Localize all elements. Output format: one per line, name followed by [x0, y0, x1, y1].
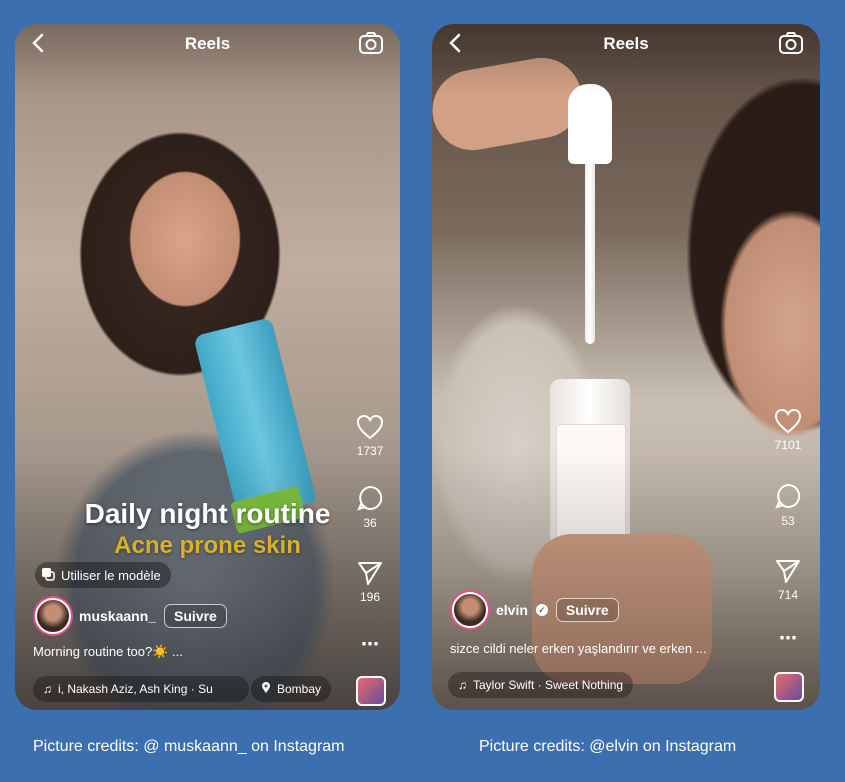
camera-icon[interactable]	[778, 30, 804, 56]
verified-icon: ✓	[535, 604, 548, 616]
caption[interactable]: sizce cildi neler erken yaşlandırır ve e…	[450, 641, 707, 656]
like-count: 1737	[356, 444, 384, 458]
more-icon[interactable]: ⋯	[346, 634, 394, 655]
comment-icon	[775, 483, 801, 509]
user-row: elvin ✓ Suivre	[452, 592, 619, 628]
music-note-icon: ♫	[43, 682, 52, 696]
avatar[interactable]	[35, 598, 71, 634]
location-pill[interactable]: Bombay	[251, 676, 332, 702]
share-count: 714	[777, 588, 799, 602]
username[interactable]: elvin	[496, 602, 528, 618]
comment-button[interactable]: 53	[764, 482, 812, 528]
template-icon	[41, 567, 55, 584]
music-label: i, Nakash Aziz, Ash King · Su	[58, 682, 213, 696]
music-label: Taylor Swift · Sweet Nothing	[473, 678, 624, 692]
share-button[interactable]: 196	[346, 560, 394, 604]
caption[interactable]: Morning routine too?☀️ ...	[33, 644, 183, 660]
comment-icon	[357, 485, 383, 511]
comment-button[interactable]: 36	[346, 484, 394, 530]
location-label: Bombay	[277, 682, 322, 696]
template-label: Utiliser le modèle	[61, 567, 161, 583]
location-icon	[261, 681, 271, 697]
like-count: 7101	[774, 438, 802, 452]
credit-right: Picture credits: @elvin on Instagram	[479, 738, 737, 755]
comment-count: 36	[363, 516, 377, 530]
music-pill[interactable]: ♫ i, Nakash Aziz, Ash King · Su	[33, 676, 249, 702]
reel-left: Reels Daily night routine Acne prone ski…	[15, 24, 400, 710]
reels-title: Reels	[603, 34, 649, 53]
like-button[interactable]: 1737	[346, 414, 394, 458]
avatar[interactable]	[452, 592, 488, 628]
music-note-icon: ♫	[458, 678, 467, 692]
comment-count: 53	[781, 514, 795, 528]
like-button[interactable]: 7101	[764, 408, 812, 452]
share-icon	[776, 560, 800, 583]
reel-header: Reels	[432, 24, 820, 68]
heart-icon	[774, 408, 802, 434]
heart-icon	[356, 414, 384, 440]
reel-header: Reels	[15, 24, 400, 68]
camera-icon[interactable]	[358, 30, 384, 56]
music-pill[interactable]: ♫ Taylor Swift · Sweet Nothing	[448, 672, 634, 698]
credit-left: Picture credits: @ muskaann_ on Instagra…	[33, 738, 345, 755]
reel-right: Reels 7101 53 714 ⋯ elvin ✓ Suivre sizce…	[432, 24, 820, 710]
user-row: muskaann_ Suivre	[35, 598, 227, 634]
username[interactable]: muskaann_	[79, 608, 156, 624]
product-dropper	[568, 84, 612, 354]
share-icon	[358, 562, 382, 585]
audio-thumbnail[interactable]	[356, 676, 386, 706]
reels-title: Reels	[184, 34, 231, 53]
share-count: 196	[359, 590, 381, 604]
more-icon[interactable]: ⋯	[764, 628, 812, 649]
overlay-subtitle: Acne prone skin	[114, 532, 301, 559]
audio-thumbnail[interactable]	[774, 672, 804, 702]
overlay-title: Daily night routine	[84, 498, 331, 529]
follow-button[interactable]: Suivre	[164, 604, 227, 628]
follow-button[interactable]: Suivre	[555, 598, 619, 622]
share-button[interactable]: 714	[764, 558, 812, 602]
use-template-button[interactable]: Utiliser le modèle	[35, 562, 171, 588]
